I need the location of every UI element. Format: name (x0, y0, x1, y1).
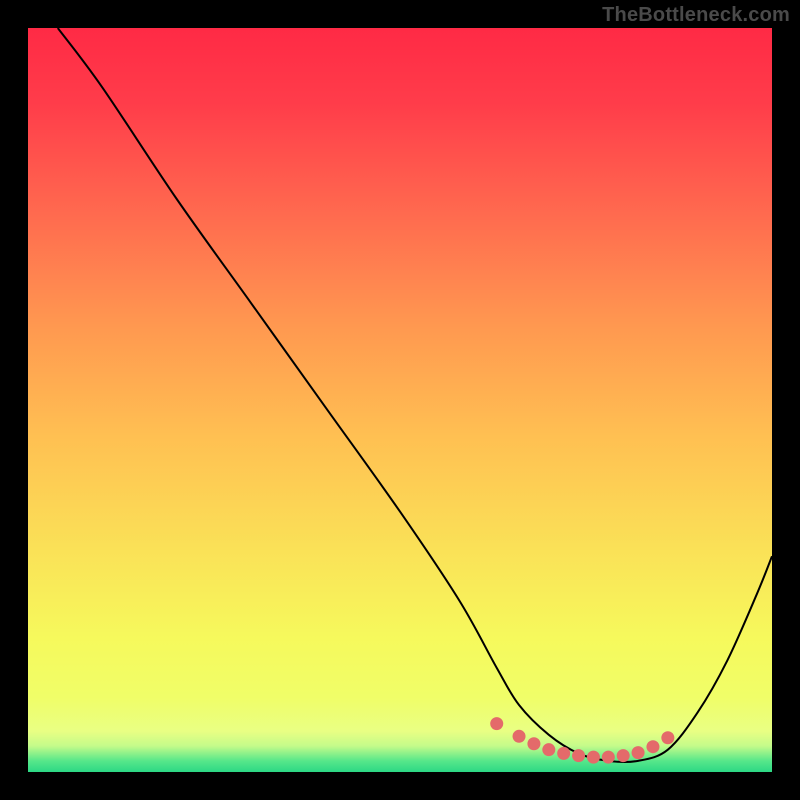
trough-dot (490, 717, 503, 730)
chart-frame: TheBottleneck.com (0, 0, 800, 800)
watermark-text: TheBottleneck.com (602, 4, 790, 27)
trough-dot (617, 749, 630, 762)
trough-dot (646, 740, 659, 753)
trough-dot (661, 731, 674, 744)
trough-dot (602, 751, 615, 764)
trough-dot (557, 747, 570, 760)
trough-dot (572, 749, 585, 762)
trough-dot (542, 743, 555, 756)
trough-dot (527, 737, 540, 750)
bottleneck-chart (28, 28, 772, 772)
trough-dot (587, 751, 600, 764)
trough-dot (632, 746, 645, 759)
trough-dot (513, 730, 526, 743)
plot-background (28, 28, 772, 772)
